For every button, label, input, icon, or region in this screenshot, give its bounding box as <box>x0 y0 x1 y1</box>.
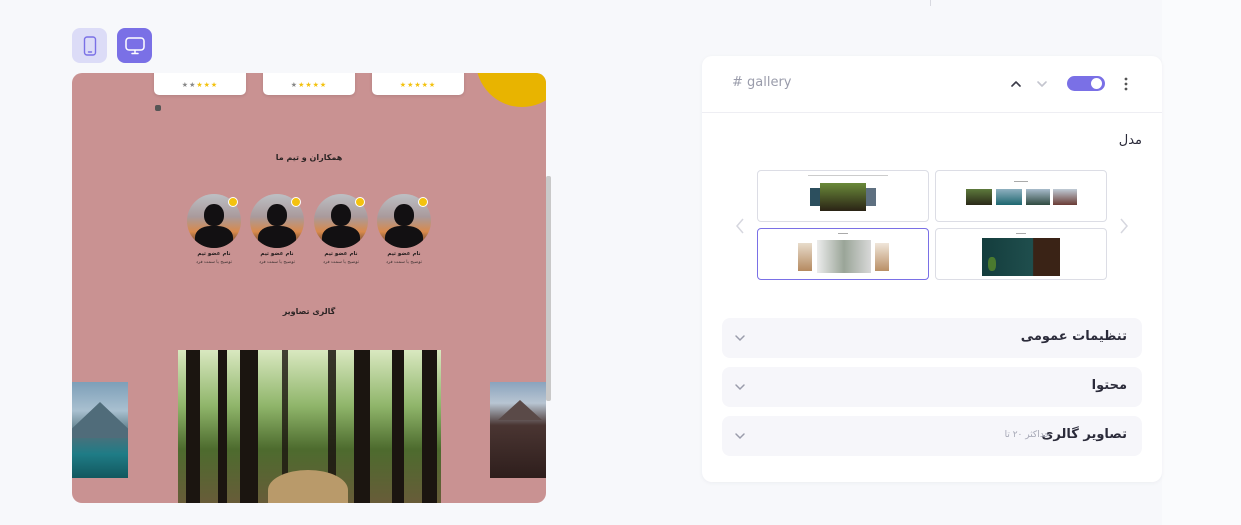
desktop-icon <box>124 36 145 54</box>
member-name: نام عضو تیم <box>387 251 421 257</box>
member-role: توضیح یا سمت فرد <box>195 260 232 265</box>
accordion-title: تصاویر گالری <box>1041 427 1127 442</box>
preview-scrollbar[interactable] <box>546 176 551 401</box>
gallery-image-right[interactable] <box>490 382 546 478</box>
more-options-icon[interactable] <box>1120 76 1132 92</box>
gallery-model-option[interactable] <box>935 170 1107 222</box>
chevron-down-icon <box>735 384 745 391</box>
member-role: توضیح یا سمت فرد <box>322 260 359 265</box>
team-member: نام عضو تیم توضیح یا سمت فرد <box>314 194 368 265</box>
team-section-title: همکاران و تیم ما <box>275 153 343 162</box>
gallery-image-left[interactable] <box>72 382 128 478</box>
team-member: نام عضو تیم توضیح یا سمت فرد <box>187 194 241 265</box>
gallery-model-option[interactable] <box>757 170 929 222</box>
section-id: # gallery <box>732 75 792 90</box>
gallery-image-main[interactable] <box>178 350 441 503</box>
accordion-title: تنظیمات عمومی <box>1020 329 1127 344</box>
chevron-down-icon[interactable] <box>1036 78 1048 90</box>
member-name: نام عضو تیم <box>197 251 231 257</box>
chevron-right-icon[interactable] <box>1119 216 1129 236</box>
toggle-knob <box>1091 78 1102 89</box>
site-preview: ★★★★★ ★★★★★ ★★★★★ همکاران و تیم ما نام ع… <box>72 73 546 503</box>
team-member: نام عضو تیم توضیح یا سمت فرد <box>250 194 304 265</box>
gallery-section-title: گالری تصاویر <box>282 307 336 316</box>
rating-stars: ★★★★★ <box>399 81 437 89</box>
accordion-general-settings[interactable]: تنظیمات عمومی <box>722 318 1142 358</box>
badge-icon <box>418 197 428 207</box>
badge-icon <box>228 197 238 207</box>
chevron-up-icon[interactable] <box>1010 78 1022 90</box>
mobile-icon <box>83 35 96 56</box>
member-name: نام عضو تیم <box>260 251 294 257</box>
chevron-down-icon <box>735 433 745 440</box>
settings-panel: # gallery مدل تنظیمات عمومی محتوا تصاویر… <box>702 56 1162 482</box>
chevron-left-icon[interactable] <box>735 216 745 236</box>
accordion-gallery-images[interactable]: تصاویر گالری حداکثر ۲۰ تا <box>722 416 1142 456</box>
chevron-down-icon <box>735 335 745 342</box>
team-member: نام عضو تیم توضیح یا سمت فرد <box>377 194 431 265</box>
accordion-hint: حداکثر ۲۰ تا <box>1004 430 1050 440</box>
badge-icon <box>355 197 365 207</box>
accordion-content[interactable]: محتوا <box>722 367 1142 407</box>
member-role: توضیح یا سمت فرد <box>385 260 422 265</box>
gallery-model-option[interactable] <box>757 228 929 280</box>
rating-card: ★★★★★ <box>372 73 464 95</box>
mobile-view-button[interactable] <box>72 28 107 63</box>
model-label: مدل <box>1118 133 1142 148</box>
rating-card: ★★★★★ <box>263 73 355 95</box>
slider-dot[interactable] <box>155 105 161 111</box>
badge-icon <box>291 197 301 207</box>
member-name: نام عضو تیم <box>324 251 358 257</box>
desktop-view-button[interactable] <box>117 28 152 63</box>
panel-header: # gallery <box>702 56 1162 113</box>
member-role: توضیح یا سمت فرد <box>258 260 295 265</box>
rating-card: ★★★★★ <box>154 73 246 95</box>
accordion-title: محتوا <box>1091 378 1127 393</box>
rating-stars: ★★★★★ <box>181 81 219 89</box>
top-divider <box>930 0 931 6</box>
right-gutter <box>1162 0 1241 525</box>
decorative-circle <box>476 73 546 107</box>
section-enable-toggle[interactable] <box>1067 76 1105 91</box>
gallery-model-option[interactable] <box>935 228 1107 280</box>
rating-stars: ★★★★★ <box>290 81 328 89</box>
